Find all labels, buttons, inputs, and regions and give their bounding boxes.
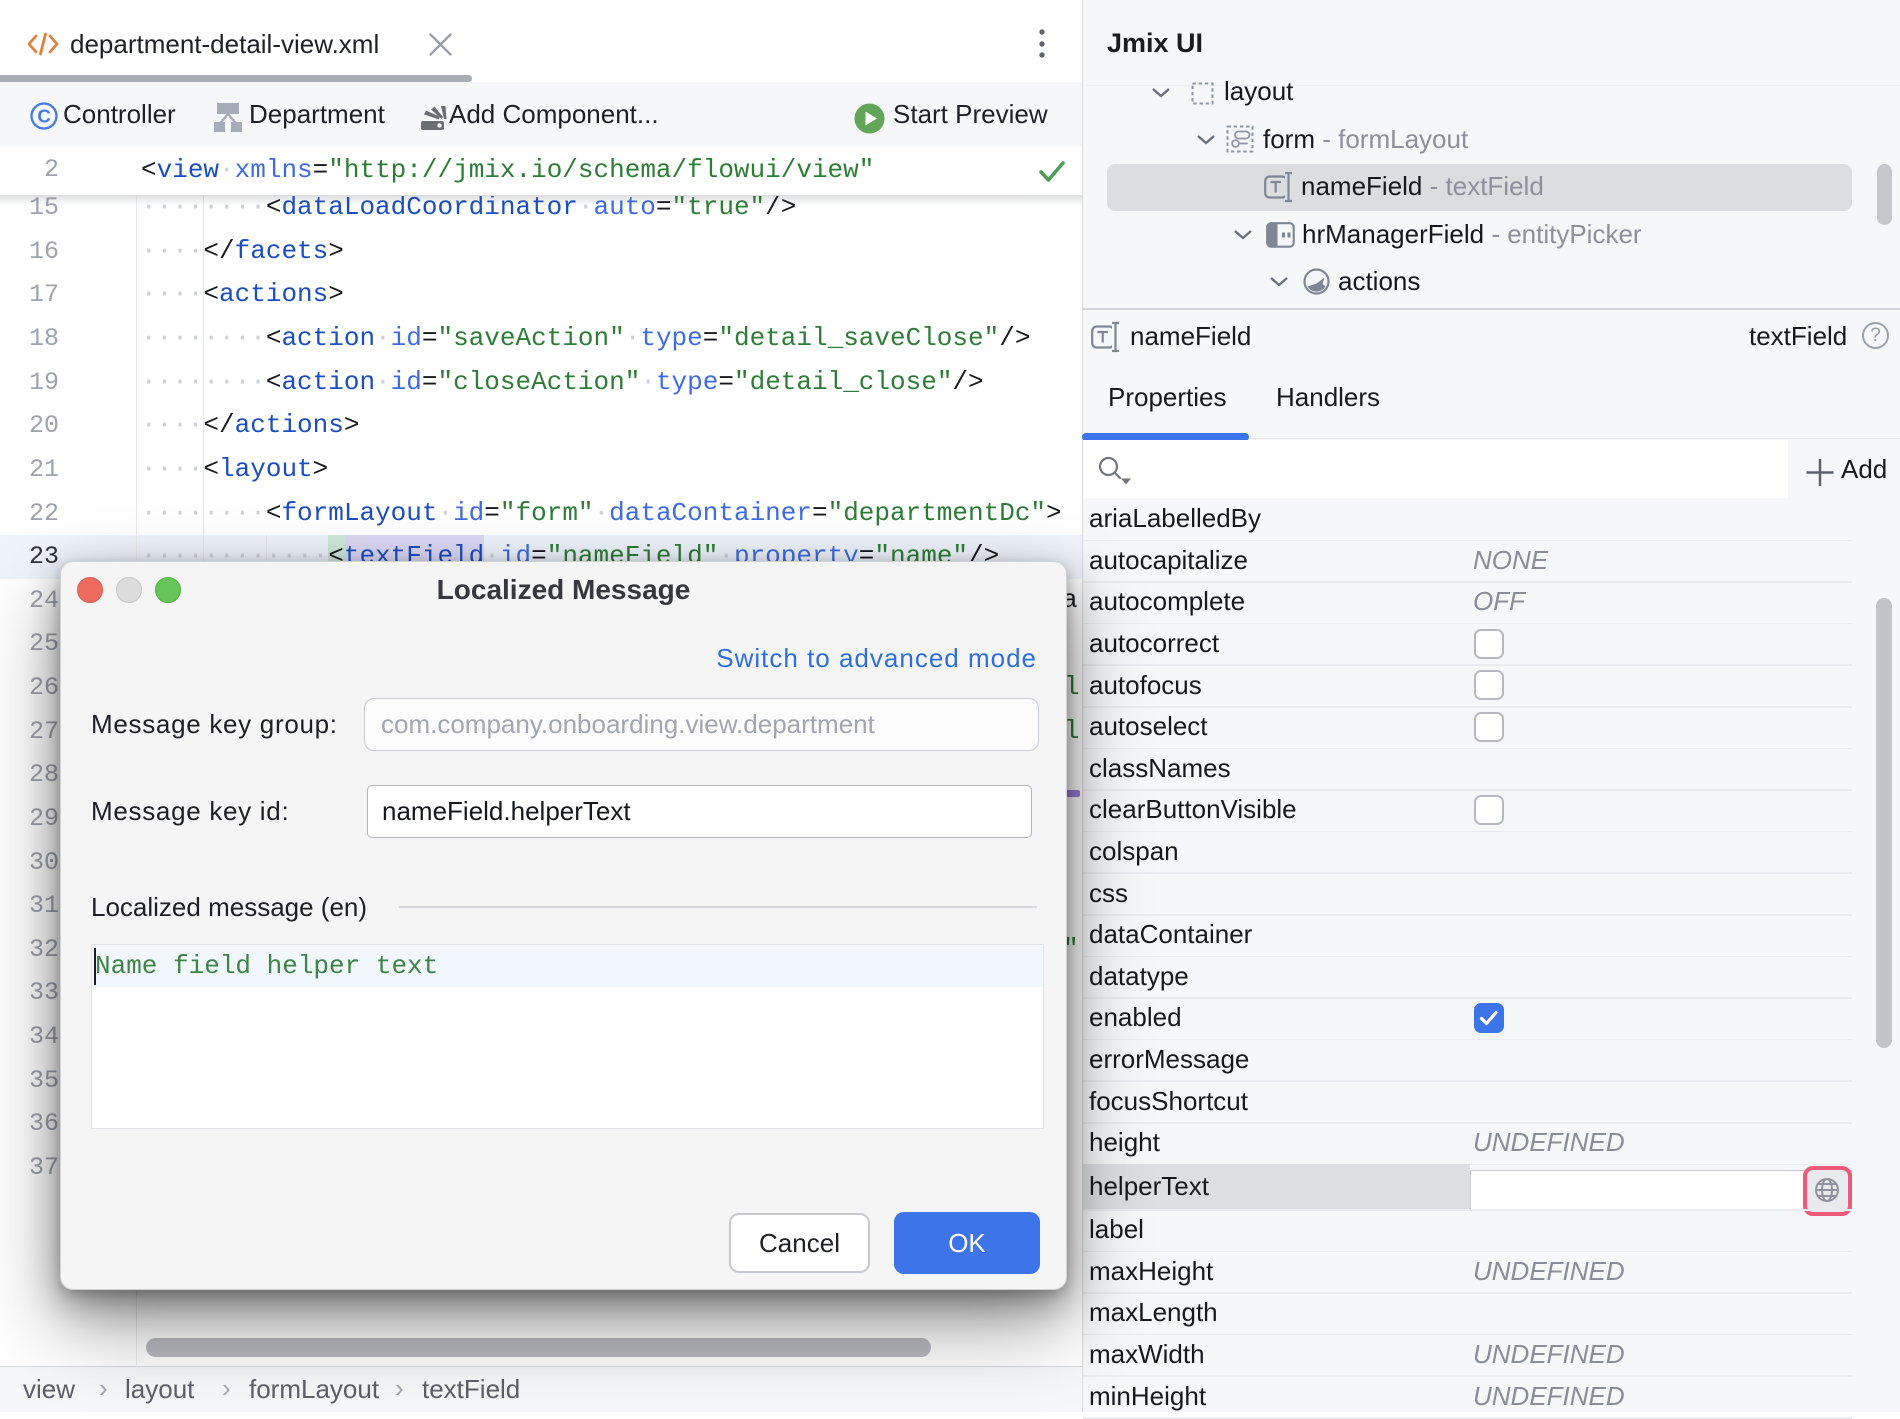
svg-text:C: C [37,106,50,127]
